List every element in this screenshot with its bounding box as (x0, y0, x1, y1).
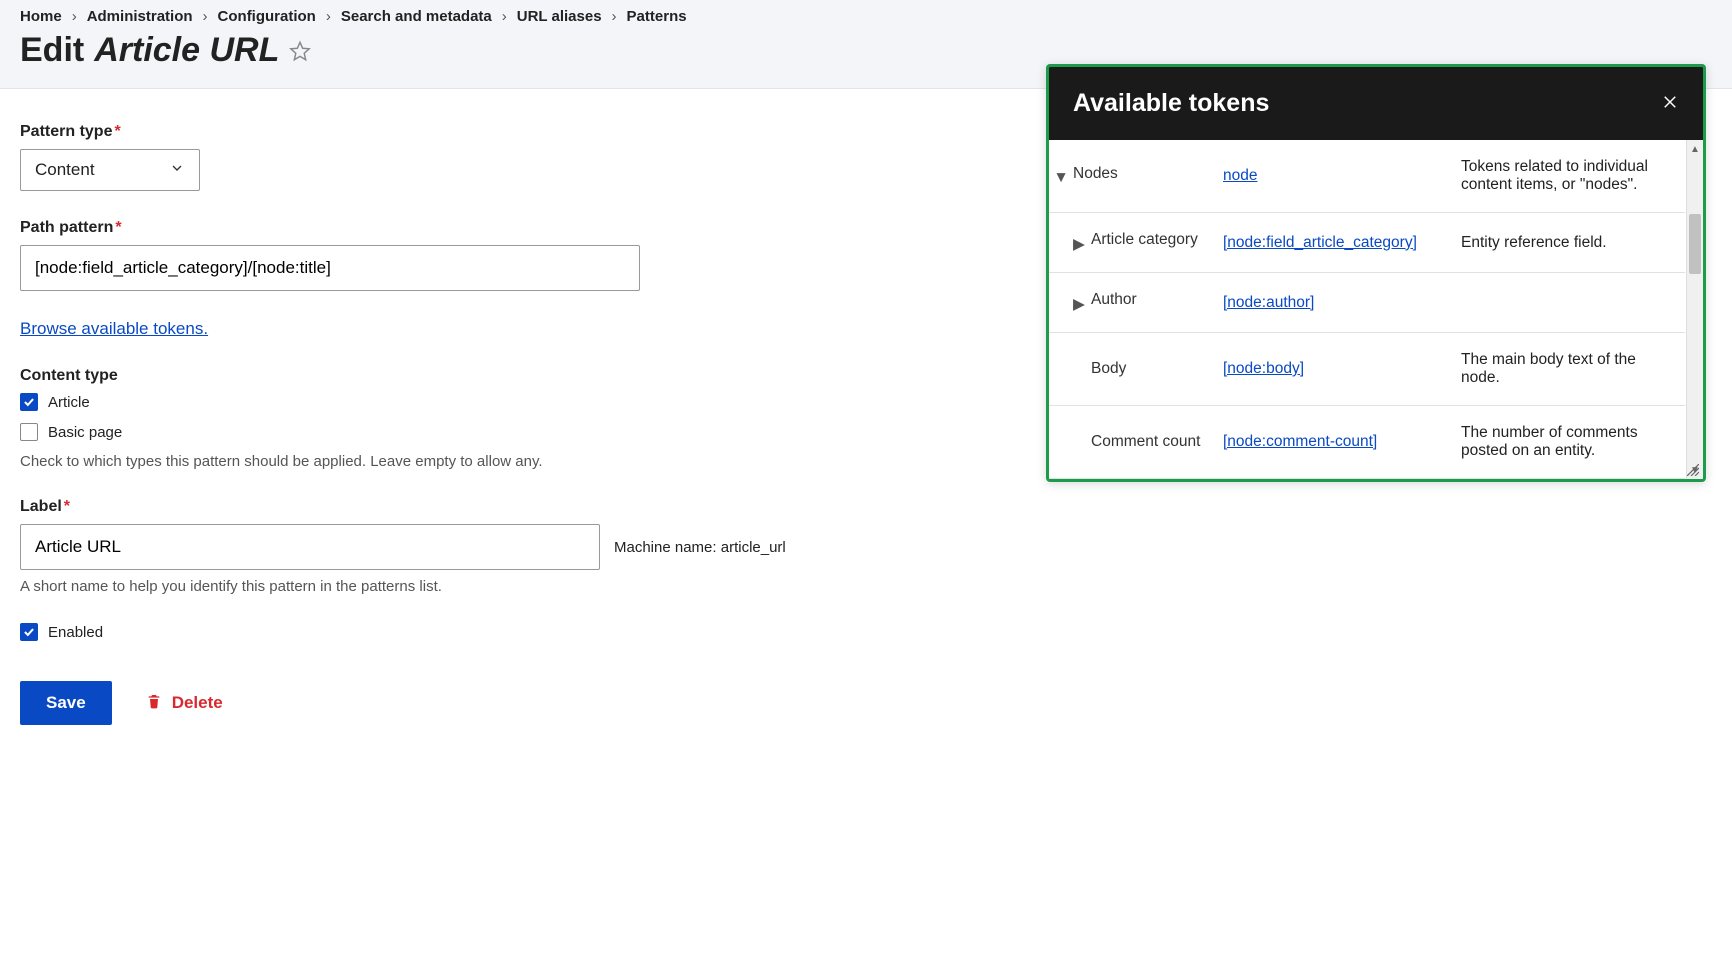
token-name: Article category (1091, 231, 1198, 249)
label-desc: A short name to help you identify this p… (20, 578, 1712, 595)
path-pattern-input[interactable] (20, 245, 640, 291)
content-type-option-label: Article (48, 394, 90, 411)
pattern-type-label-text: Pattern type (20, 123, 112, 140)
content-region: Pattern type* Content Path pattern* Brow… (0, 89, 1732, 765)
machine-name-prefix: Machine name: (614, 539, 717, 556)
token-row: Body [node:body] The main body text of the… (1049, 333, 1685, 406)
path-pattern-label-text: Path pattern (20, 219, 113, 236)
token-row: Comment count [node:comment-count] The num… (1049, 406, 1685, 479)
save-button[interactable]: Save (20, 681, 112, 725)
token-name: Body (1091, 360, 1126, 378)
token-name-cell: ▼ Nodes (1055, 165, 1215, 187)
dialog-body: ▼ Nodes node Tokens related to individual c… (1049, 140, 1703, 479)
token-desc: The number of comments posted on an enti… (1461, 424, 1675, 460)
token-name-cell: ▶ Author (1055, 291, 1215, 314)
triangle-down-icon[interactable]: ▼ (1055, 169, 1067, 187)
page-title-prefix: Edit (20, 31, 84, 70)
required-marker: * (64, 498, 70, 515)
scrollbar[interactable]: ▲ ▼ (1686, 140, 1703, 479)
breadcrumb-link[interactable]: URL aliases (517, 8, 602, 25)
chevron-right-icon: › (72, 8, 77, 25)
token-row: ▼ Nodes node Tokens related to individual c… (1049, 140, 1685, 213)
token-link[interactable]: [node:field_article_category] (1223, 234, 1417, 251)
token-name: Author (1091, 291, 1137, 309)
token-name: Comment count (1091, 433, 1200, 451)
token-desc: Entity reference field. (1461, 234, 1675, 252)
token-link[interactable]: [node:comment-count] (1223, 433, 1377, 450)
token-row: ▶ Article category [node:field_article_cat… (1049, 213, 1685, 273)
resize-handle-icon[interactable] (1687, 463, 1701, 477)
breadcrumb-link[interactable]: Administration (87, 8, 193, 25)
token-name: Nodes (1073, 165, 1118, 183)
dialog-header: Available tokens (1049, 67, 1703, 140)
breadcrumb: Home › Administration › Configuration › Search… (20, 8, 1712, 25)
token-desc: Tokens related to individual content ite… (1461, 158, 1675, 194)
trash-icon (146, 692, 162, 715)
token-link[interactable]: [node:author] (1223, 294, 1314, 311)
enabled-checkbox[interactable] (20, 623, 38, 641)
token-name-cell: ▶ Article category (1055, 231, 1215, 254)
page-title-name: Article URL (94, 31, 279, 70)
label-input[interactable] (20, 524, 600, 570)
token-row: ▶ Author [node:author] (1049, 273, 1685, 333)
scroll-up-icon[interactable]: ▲ (1687, 140, 1703, 158)
breadcrumb-link[interactable]: Patterns (627, 8, 687, 25)
delete-button[interactable]: Delete (146, 692, 223, 715)
machine-name: Machine name: article_url (614, 539, 786, 556)
label-label: Label* (20, 498, 1712, 516)
content-type-checkbox[interactable] (20, 393, 38, 411)
pattern-type-value: Content (35, 160, 95, 180)
token-value-cell: node (1223, 167, 1453, 185)
pattern-type-select[interactable]: Content (20, 149, 200, 191)
token-value-cell: [node:field_article_category] (1223, 234, 1453, 252)
token-value-cell: [node:comment-count] (1223, 433, 1453, 451)
chevron-down-icon (169, 160, 185, 181)
label-label-text: Label (20, 498, 62, 515)
chevron-right-icon: › (326, 8, 331, 25)
breadcrumb-link[interactable]: Home (20, 8, 62, 25)
token-name-cell: Comment count (1055, 433, 1215, 451)
token-link[interactable]: node (1223, 167, 1257, 184)
chevron-right-icon: › (612, 8, 617, 25)
scrollbar-thumb[interactable] (1689, 214, 1701, 274)
required-marker: * (115, 219, 121, 236)
enabled-label: Enabled (48, 624, 103, 641)
token-value-cell: [node:body] (1223, 360, 1453, 378)
label-item: Label* Machine name: article_url A short… (20, 498, 1712, 595)
triangle-right-icon[interactable]: ▶ (1073, 295, 1085, 314)
enabled-item: Enabled (20, 623, 1712, 641)
browse-tokens-link[interactable]: Browse available tokens. (20, 319, 208, 338)
machine-name-value: article_url (721, 539, 786, 556)
star-outline-icon[interactable] (289, 40, 311, 62)
tokens-dialog: Available tokens ▼ Nodes node Tokens relate… (1046, 64, 1706, 482)
token-table: ▼ Nodes node Tokens related to individual c… (1049, 140, 1685, 479)
token-value-cell: [node:author] (1223, 294, 1453, 312)
breadcrumb-link[interactable]: Search and metadata (341, 8, 492, 25)
triangle-right-icon[interactable]: ▶ (1073, 235, 1085, 254)
close-icon[interactable] (1661, 93, 1679, 115)
delete-button-label: Delete (172, 693, 223, 713)
token-link[interactable]: [node:body] (1223, 360, 1304, 377)
dialog-title: Available tokens (1073, 89, 1269, 118)
token-desc: The main body text of the node. (1461, 351, 1675, 387)
chevron-right-icon: › (502, 8, 507, 25)
content-type-option-label: Basic page (48, 424, 122, 441)
content-type-checkbox[interactable] (20, 423, 38, 441)
token-name-cell: Body (1055, 360, 1215, 378)
breadcrumb-link[interactable]: Configuration (218, 8, 316, 25)
required-marker: * (114, 123, 120, 140)
chevron-right-icon: › (203, 8, 208, 25)
form-actions: Save Delete (20, 681, 1712, 725)
